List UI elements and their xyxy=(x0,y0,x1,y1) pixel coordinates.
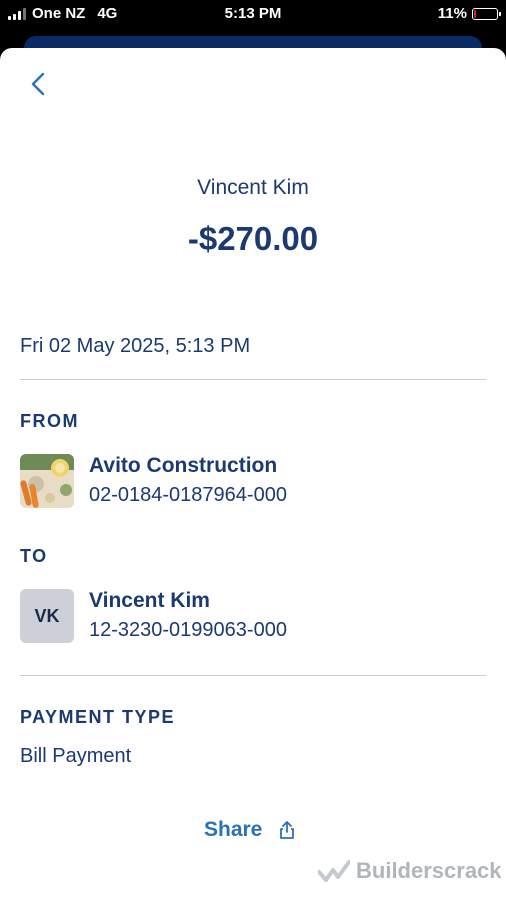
to-account-number: 12-3230-0199063-000 xyxy=(89,619,287,641)
chevron-left-icon xyxy=(31,72,45,96)
from-label: FROM xyxy=(20,411,79,431)
payment-type-value: Bill Payment xyxy=(20,745,132,767)
from-account-number: 02-0184-0187964-000 xyxy=(89,484,287,506)
transaction-detail-sheet: Vincent Kim -$270.00 Fri 02 May 2025, 5:… xyxy=(0,48,506,900)
back-button[interactable] xyxy=(26,70,50,98)
from-account-name: Avito Construction xyxy=(89,454,278,477)
watermark-text: Builderscrack xyxy=(356,858,502,883)
status-right: 11% xyxy=(437,5,501,22)
from-avatar-image xyxy=(20,454,74,508)
to-label: TO xyxy=(20,546,48,566)
status-bar: One NZ 4G 5:13 PM 11% xyxy=(0,0,506,28)
builderscrack-watermark: Builderscrack xyxy=(318,858,502,884)
transaction-datetime: Fri 02 May 2025, 5:13 PM xyxy=(20,335,251,357)
to-avatar: VK xyxy=(20,589,74,643)
to-account-name: Vincent Kim xyxy=(89,589,210,612)
from-avatar xyxy=(20,454,74,508)
to-account: VK Vincent Kim 12-3230-0199063-000 xyxy=(20,587,287,645)
share-label: Share xyxy=(204,818,263,841)
share-button[interactable]: Share xyxy=(204,818,296,842)
battery-icon xyxy=(472,7,501,20)
builderscrack-logo-icon xyxy=(318,860,350,882)
battery-percent: 11% xyxy=(437,5,467,22)
divider xyxy=(20,675,486,676)
payee-name: Vincent Kim xyxy=(197,176,309,199)
to-account-text: Vincent Kim 12-3230-0199063-000 xyxy=(89,587,287,645)
payment-type-label: PAYMENT TYPE xyxy=(20,707,176,727)
transaction-amount: -$270.00 xyxy=(187,220,319,257)
from-account: Avito Construction 02-0184-0187964-000 xyxy=(20,452,287,510)
divider xyxy=(20,379,486,380)
share-icon xyxy=(280,821,295,839)
from-account-text: Avito Construction 02-0184-0187964-000 xyxy=(89,452,287,510)
battery-fill xyxy=(474,9,476,18)
status-time: 5:13 PM xyxy=(224,5,282,22)
